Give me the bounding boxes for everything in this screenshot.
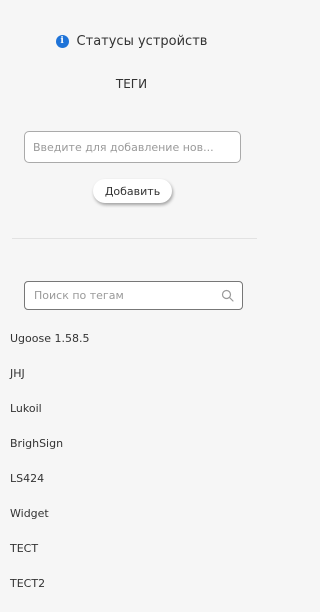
tag-item[interactable]: ТЕСТ bbox=[10, 542, 89, 577]
tag-search-input[interactable] bbox=[25, 282, 210, 309]
tags-section-title: ТЕГИ bbox=[115, 77, 148, 91]
tag-item[interactable]: Widget bbox=[10, 507, 89, 542]
device-status-link[interactable]: i Статусы устройств bbox=[0, 34, 263, 49]
tag-item[interactable]: Ugoose 1.58.5 bbox=[10, 332, 89, 367]
tag-item[interactable]: Lukoil bbox=[10, 402, 89, 437]
tag-search-box bbox=[24, 281, 243, 310]
new-tag-input[interactable] bbox=[24, 131, 241, 163]
tag-item[interactable]: JHJ bbox=[10, 367, 89, 402]
add-tag-button[interactable]: Добавить bbox=[93, 179, 172, 203]
tag-list: Ugoose 1.58.5 JHJ Lukoil BrighSign LS424… bbox=[10, 332, 89, 612]
tag-item[interactable]: LS424 bbox=[10, 472, 89, 507]
info-icon: i bbox=[55, 35, 69, 48]
tag-item[interactable]: BrighSign bbox=[10, 437, 89, 472]
device-status-label: Статусы устройств bbox=[76, 34, 208, 49]
divider bbox=[12, 238, 257, 239]
search-icon[interactable] bbox=[221, 289, 234, 302]
tag-item[interactable]: ТЕСТ2 bbox=[10, 577, 89, 612]
